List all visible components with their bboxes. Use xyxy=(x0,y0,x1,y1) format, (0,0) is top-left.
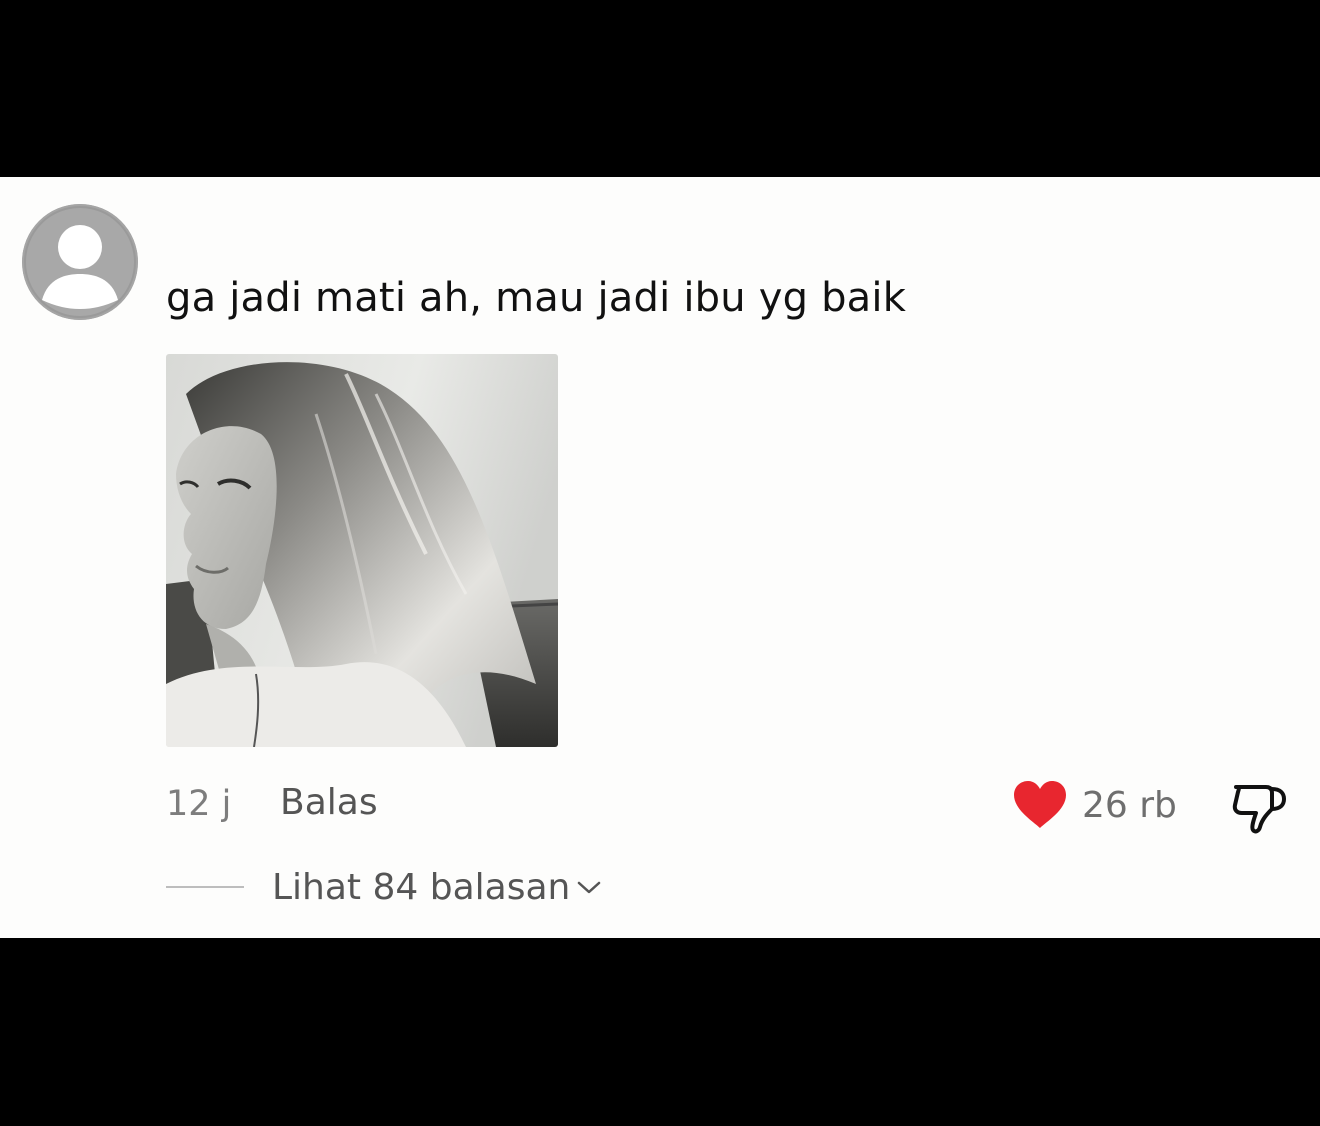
comment-attached-image[interactable] xyxy=(166,354,558,747)
comment-item: ga jadi mati ah, mau jadi ibu yg baik 12… xyxy=(0,177,1320,938)
like-button[interactable]: 26 rb xyxy=(1012,777,1177,833)
heart-icon xyxy=(1014,781,1066,828)
default-user-avatar-icon xyxy=(22,204,138,320)
portrait-photo xyxy=(166,354,558,747)
replies-divider-line xyxy=(166,886,244,888)
chevron-down-icon xyxy=(578,881,601,894)
comment-timestamp: 12 j xyxy=(166,784,232,824)
like-count: 26 rb xyxy=(1082,784,1177,826)
reply-button[interactable]: Balas xyxy=(280,782,378,823)
comment-text: ga jadi mati ah, mau jadi ibu yg baik xyxy=(166,275,907,321)
user-avatar[interactable] xyxy=(22,204,138,320)
letterbox-bottom xyxy=(0,938,1320,1126)
view-replies-button[interactable]: Lihat 84 balasan xyxy=(166,865,602,909)
dislike-button[interactable] xyxy=(1230,779,1290,835)
thumbs-down-icon xyxy=(1232,785,1286,834)
letterbox-top xyxy=(0,0,1320,177)
view-replies-label: Lihat 84 balasan xyxy=(272,866,571,908)
